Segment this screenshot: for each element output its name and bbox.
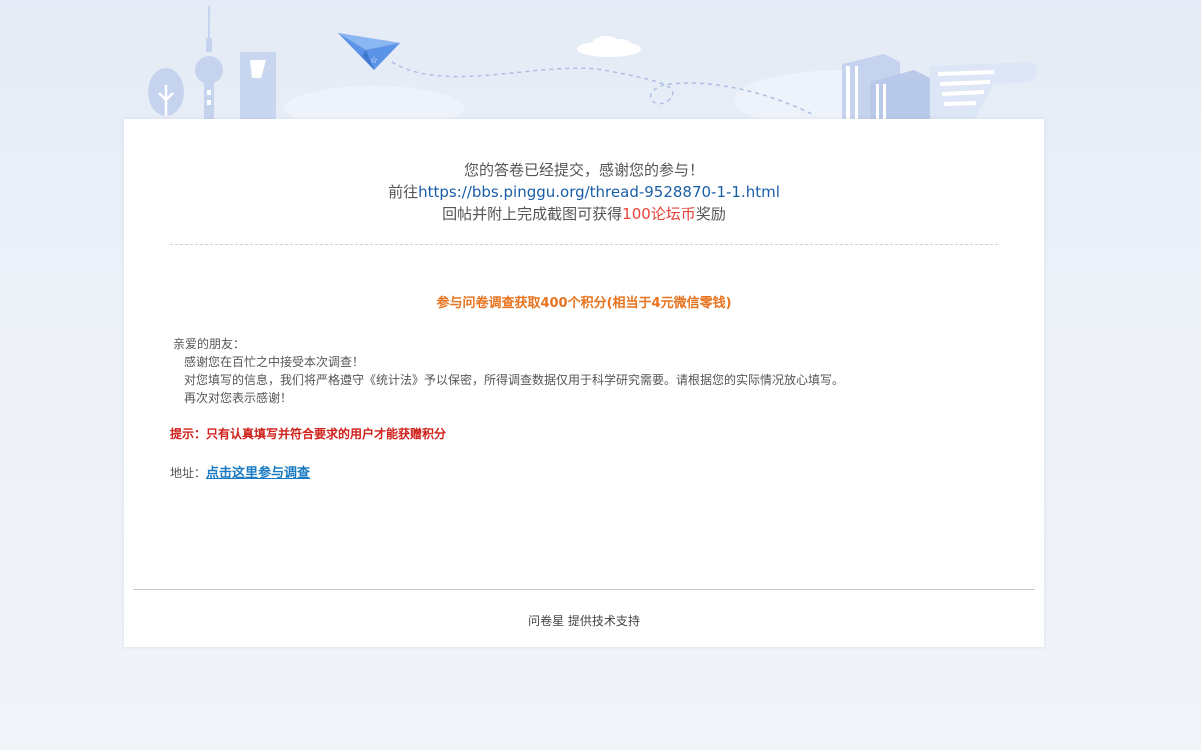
survey-headline: 参与问卷调查获取400个积分(相当于4元微信零钱) [436,296,732,311]
reward-prefix: 回帖并附上完成截图可获得 [442,205,623,223]
building-icon [240,52,276,120]
survey-link[interactable]: 点击这里参与调查 [206,466,310,481]
scroll-icon [930,62,1037,120]
intro-paragraph-3: 再次对您表示感谢！ [184,391,293,405]
greeting-text: 亲爱的朋友： [173,337,246,351]
address-line: 地址：点击这里参与调查 [170,462,310,481]
city-illustration: ☆ [148,6,1037,120]
tip-text: 提示：只有认真填写并符合要求的用户才能获赠积分 [170,427,447,441]
footer-divider [133,589,1035,590]
submitted-text: 您的答卷已经提交，感谢您的参与！ [463,161,704,179]
books-icon [842,54,930,120]
forum-link-line: 前往https://bbs.pinggu.org/thread-9528870-… [124,181,1044,203]
forum-thread-link[interactable]: https://bbs.pinggu.org/thread-9528870-1-… [418,183,780,201]
cloud-icon [577,36,641,57]
address-label: 地址： [170,466,207,480]
submission-message: 您的答卷已经提交，感谢您的参与！ 前往https://bbs.pinggu.or… [124,159,1044,225]
result-card: 您的答卷已经提交，感谢您的参与！ 前往https://bbs.pinggu.or… [124,119,1044,647]
reward-line: 回帖并附上完成截图可获得100论坛币奖励 [124,203,1044,225]
reward-suffix: 奖励 [695,205,726,223]
paper-plane-icon: ☆ [338,33,400,70]
header-illustration: ☆ [124,0,1044,120]
footer-support-text: 问卷星 提供技术支持 [528,614,640,628]
intro-paragraph-1: 感谢您在百忙之中接受本次调查！ [184,355,365,369]
reward-amount: 100论坛币 [622,205,696,223]
forum-link-prefix: 前往 [388,183,419,201]
svg-text:☆: ☆ [370,56,378,66]
dashed-divider [170,244,998,245]
intro-paragraph-2: 对您填写的信息，我们将严格遵守《统计法》予以保密，所得调查数据仅用于科学研究需要… [184,373,845,387]
survey-intro: 亲爱的朋友： 感谢您在百忙之中接受本次调查！ 对您填写的信息，我们将严格遵守《统… [173,335,844,407]
tower-icon [195,6,223,120]
